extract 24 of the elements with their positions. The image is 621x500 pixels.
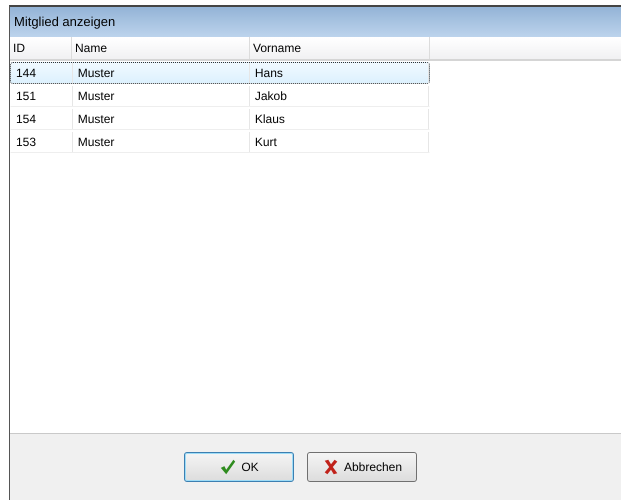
- table-cell: 151: [11, 86, 73, 106]
- window-title: Mitglied anzeigen: [10, 7, 621, 37]
- column-header[interactable]: ID: [10, 37, 72, 59]
- table-cell: Muster: [72, 63, 250, 83]
- table-row[interactable]: 144 Muster Hans: [10, 62, 430, 84]
- table-cell: Klaus: [250, 109, 429, 129]
- table-row[interactable]: 153 Muster Kurt: [10, 131, 430, 153]
- close-icon: [322, 458, 340, 476]
- column-header[interactable]: Vorname: [250, 37, 430, 59]
- column-header[interactable]: Name: [72, 37, 250, 59]
- table-cell: Muster: [72, 132, 250, 152]
- table-cell: Muster: [72, 86, 250, 106]
- table-row[interactable]: 151 Muster Jakob: [10, 85, 430, 107]
- table-cell: 153: [11, 132, 73, 152]
- table-cell: Hans: [250, 63, 429, 83]
- ok-button[interactable]: OK: [184, 452, 294, 482]
- table-cell: 154: [11, 109, 73, 129]
- table-cell: Muster: [72, 109, 250, 129]
- table-row[interactable]: 154 Muster Klaus: [10, 108, 430, 130]
- table-cell: Jakob: [250, 86, 429, 106]
- table-cell: Kurt: [250, 132, 429, 152]
- cancel-button[interactable]: Abbrechen: [307, 452, 417, 482]
- checkmark-icon: [219, 458, 238, 476]
- table-cell: 144: [11, 63, 73, 83]
